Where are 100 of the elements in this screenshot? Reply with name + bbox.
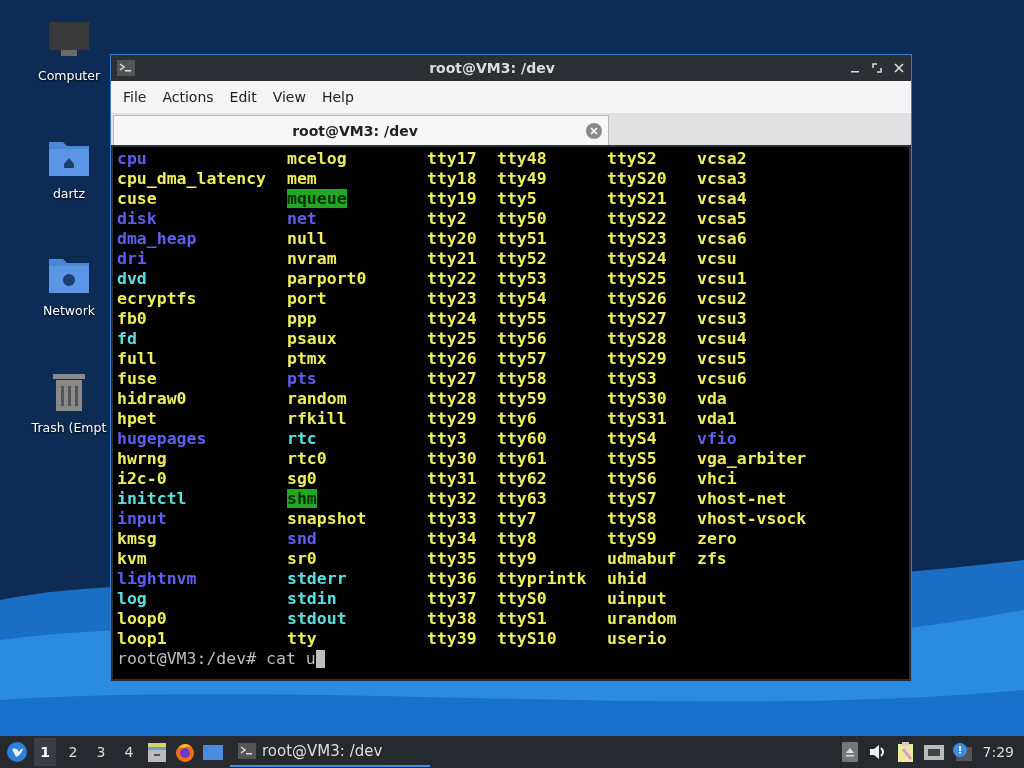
file-name: loop1	[117, 629, 167, 648]
terminal-icon	[238, 743, 256, 759]
file-name: tty23	[427, 289, 477, 308]
file-name: nvram	[287, 249, 337, 268]
file-name: dvd	[117, 269, 147, 288]
file-name: ttyS26	[607, 289, 667, 308]
file-name: tty6	[497, 409, 537, 428]
notification-icon[interactable]	[950, 741, 973, 763]
file-name: tty52	[497, 249, 547, 268]
file-name: vhost-net	[697, 489, 787, 508]
menu-item[interactable]: Actions	[154, 89, 222, 105]
file-name: tty7	[497, 509, 537, 528]
file-name: pts	[287, 369, 317, 388]
start-menu-icon[interactable]	[6, 741, 28, 763]
file-name: tty56	[497, 329, 547, 348]
file-name: ttyS7	[607, 489, 657, 508]
file-name: tty22	[427, 269, 477, 288]
file-name: tty18	[427, 169, 477, 188]
file-name: tty57	[497, 349, 547, 368]
file-name: tty2	[427, 209, 467, 228]
file-name: tty20	[427, 229, 477, 248]
file-name: i2c-0	[117, 469, 167, 488]
browser-icon[interactable]	[174, 741, 196, 763]
file-name: tty62	[497, 469, 547, 488]
file-name: tty60	[497, 429, 547, 448]
file-name: dma_heap	[117, 229, 197, 248]
file-name: rtc	[287, 429, 317, 448]
file-name: urandom	[607, 609, 677, 628]
text-cursor	[315, 650, 325, 668]
file-name: psaux	[287, 329, 337, 348]
file-name: snd	[287, 529, 317, 548]
file-name: tty35	[427, 549, 477, 568]
file-name: null	[287, 229, 327, 248]
file-name: random	[287, 389, 347, 408]
file-name: fuse	[117, 369, 157, 388]
file-name: tty30	[427, 449, 477, 468]
prompt-line: root@VM3:/dev# cat u	[117, 649, 316, 669]
file-name: ecryptfs	[117, 289, 197, 308]
file-name: tty3	[427, 429, 467, 448]
file-name: ttyS30	[607, 389, 667, 408]
file-name: ttyS3	[607, 369, 657, 388]
file-name: cuse	[117, 189, 157, 208]
file-name: ppp	[287, 309, 317, 328]
file-name: tty58	[497, 369, 547, 388]
close-tab-icon[interactable]	[586, 122, 602, 139]
file-name: ttyS25	[607, 269, 667, 288]
menu-item[interactable]: Help	[313, 89, 362, 105]
file-name: tty37	[427, 589, 477, 608]
file-name: ttyS4	[607, 429, 657, 448]
file-name: ttyS31	[607, 409, 667, 428]
file-name: fd	[117, 329, 137, 348]
file-name: vcsu1	[697, 269, 747, 288]
file-name: ttyS8	[607, 509, 657, 528]
menu-item[interactable]: Edit	[221, 89, 265, 105]
file-name: ttyS22	[607, 209, 667, 228]
workspace-button[interactable]: 1	[34, 738, 56, 766]
desktop-icon-label[interactable]: Computer	[37, 68, 101, 83]
file-name: tty26	[427, 349, 477, 368]
desktop-icon-label[interactable]: Network	[42, 303, 96, 318]
file-name: tty33	[427, 509, 477, 528]
task-button[interactable]: root@VM3: /dev	[230, 737, 430, 767]
file-name: full	[117, 349, 157, 368]
file-name: port	[287, 289, 327, 308]
file-name: tty31	[427, 469, 477, 488]
file-name: tty63	[497, 489, 547, 508]
file-cabinet-icon[interactable]	[146, 741, 168, 763]
file-name: lightnvm	[117, 569, 197, 588]
file-name: parport0	[287, 269, 367, 288]
desktop-icon-label[interactable]: dartz	[52, 186, 86, 201]
workspace-button[interactable]: 4	[118, 738, 140, 766]
file-name: vcsa4	[697, 189, 747, 208]
terminal-tab[interactable]: root@VM3: /dev	[113, 115, 609, 145]
file-name: tty19	[427, 189, 477, 208]
file-name: tty17	[427, 149, 477, 168]
file-name: ttyS0	[497, 589, 547, 608]
file-name: stderr	[287, 569, 347, 588]
file-name: snapshot	[287, 509, 367, 528]
file-name: mem	[287, 169, 317, 188]
file-name: tty61	[497, 449, 547, 468]
file-name: ttyS20	[607, 169, 667, 188]
workspace-button[interactable]: 3	[90, 738, 112, 766]
window-title: root@VM3: /dev	[428, 60, 556, 76]
file-name: tty55	[497, 309, 547, 328]
file-name: tty32	[427, 489, 477, 508]
file-name: vcsa6	[697, 229, 747, 248]
desktop-icon-label[interactable]: Trash (Empt	[31, 420, 107, 435]
file-name: tty59	[497, 389, 547, 408]
file-name: vcsu5	[697, 349, 747, 368]
file-name: tty24	[427, 309, 477, 328]
workspace-button[interactable]: 2	[62, 738, 84, 766]
file-name: ttyS6	[607, 469, 657, 488]
close-icon[interactable]	[893, 62, 905, 74]
file-name: sg0	[287, 469, 317, 488]
menu-item[interactable]: View	[264, 89, 314, 105]
file-name: disk	[117, 209, 157, 228]
maximize-icon[interactable]	[871, 62, 883, 74]
menu-item[interactable]: File	[115, 89, 155, 105]
file-name: ttyS21	[607, 189, 667, 208]
file-name: tty48	[497, 149, 547, 168]
file-name: kvm	[117, 549, 147, 568]
